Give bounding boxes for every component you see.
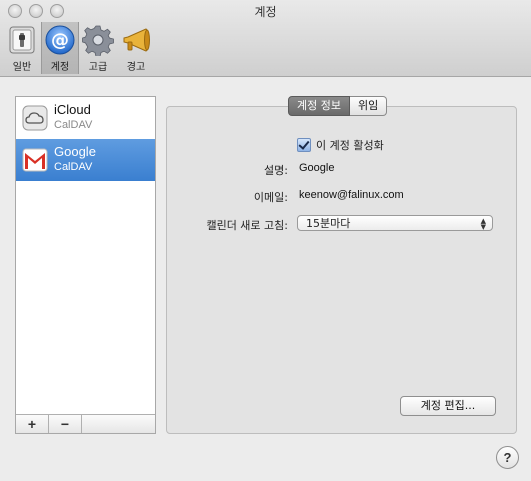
description-value[interactable]: Google	[299, 162, 334, 174]
icloud-icon	[22, 105, 48, 131]
tab-bar: 계정 정보 위임	[288, 96, 388, 116]
refresh-label: 캘린더 새로 고침:	[206, 219, 288, 232]
account-row-google[interactable]: Google CalDAV	[16, 139, 155, 181]
account-type: CalDAV	[54, 119, 93, 131]
toolbar-label-general: 일반	[12, 62, 32, 73]
toolbar-item-advanced[interactable]: 고급	[79, 22, 117, 74]
megaphone-icon	[123, 28, 150, 52]
svg-text:@: @	[51, 30, 69, 51]
remove-account-button[interactable]: −	[49, 415, 82, 433]
account-row-icloud[interactable]: iCloud CalDAV	[16, 97, 155, 139]
at-sign-icon: @	[45, 25, 75, 55]
description-label: 설명:	[264, 164, 288, 177]
toolbar-item-general[interactable]: 일반	[3, 22, 41, 74]
enable-account-checkbox[interactable]	[297, 138, 311, 152]
toolbar-item-alerts[interactable]: 경고	[117, 22, 155, 74]
accounts-list[interactable]: iCloud CalDAV Google CalDAV + −	[15, 96, 156, 434]
tab-delegation[interactable]: 위임	[349, 96, 388, 116]
refresh-interval-select[interactable]: 15분마다 ▲ ▼	[297, 215, 493, 231]
account-name: Google	[54, 144, 96, 159]
edit-account-button[interactable]: 계정 편집...	[400, 396, 496, 416]
account-name: iCloud	[54, 102, 91, 117]
toolbar-label-alerts: 경고	[126, 62, 146, 73]
email-value: keenow@falinux.com	[299, 189, 404, 201]
refresh-interval-value: 15분마다	[306, 217, 351, 230]
enable-account-row: 이 계정 활성화	[297, 137, 384, 153]
toolbar-label-accounts: 계정	[50, 62, 70, 73]
updown-arrows-icon: ▲ ▼	[480, 217, 486, 231]
accounts-list-toolbar: + −	[16, 414, 155, 433]
gear-icon	[82, 25, 114, 56]
toolbar-label-advanced: 고급	[88, 62, 108, 73]
enable-account-label: 이 계정 활성화	[316, 139, 384, 152]
tab-account-info[interactable]: 계정 정보	[288, 96, 350, 116]
toolbar-item-accounts[interactable]: @ 계정	[41, 22, 79, 74]
email-label: 이메일:	[253, 191, 288, 204]
gmail-icon	[22, 148, 48, 172]
window-title: 계정	[254, 5, 277, 19]
account-type: CalDAV	[54, 161, 93, 173]
account-detail-panel	[166, 106, 517, 434]
toolbar: 일반 @ 계정 고급 경고	[3, 22, 155, 74]
add-account-button[interactable]: +	[16, 415, 49, 433]
switch-icon	[9, 26, 35, 54]
help-button[interactable]: ?	[496, 446, 519, 469]
titlebar: 계정 일반 @ 계정 고급 경고	[0, 0, 531, 77]
preferences-window: 계정 일반 @ 계정 고급 경고 iCloud CalDAV Google Ca…	[0, 0, 531, 481]
